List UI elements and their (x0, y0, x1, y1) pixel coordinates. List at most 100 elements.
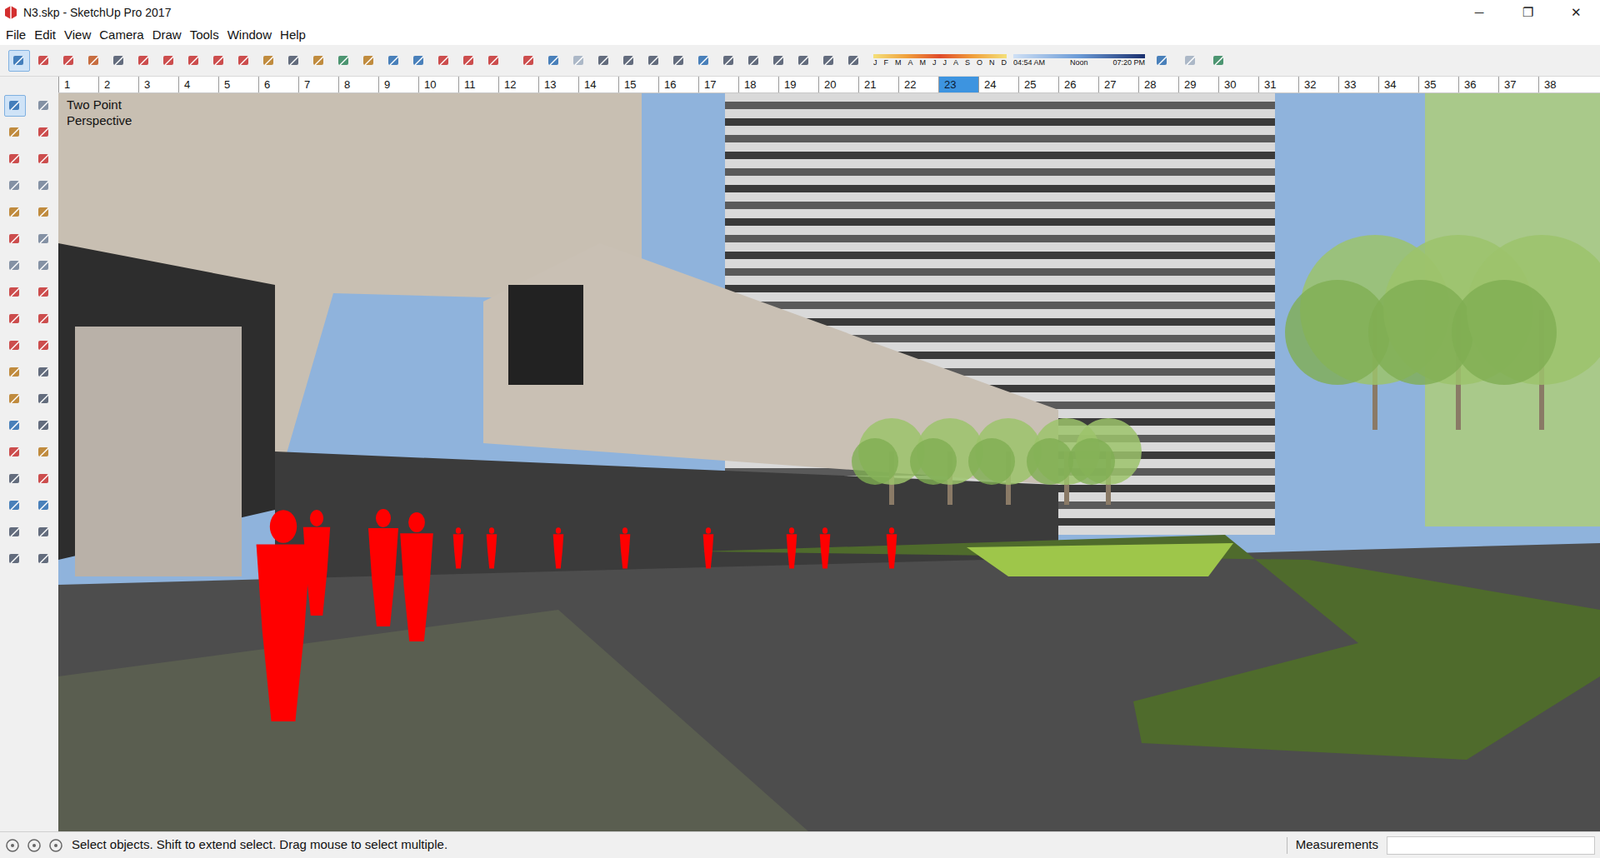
toolbar-button[interactable] (568, 50, 590, 72)
toolbar-button[interactable] (718, 50, 740, 72)
tool-button[interactable] (4, 281, 26, 304)
scene-tab[interactable]: 2 (98, 76, 139, 93)
toolbar-button[interactable] (233, 50, 255, 72)
scene-tab[interactable]: 19 (778, 76, 819, 93)
scene-tab[interactable]: 10 (418, 76, 459, 93)
tool-button[interactable] (4, 388, 26, 410)
model-render[interactable] (58, 93, 1600, 832)
tool-button[interactable] (33, 388, 55, 410)
toolbar-button[interactable] (818, 50, 840, 72)
toolbar-button[interactable] (33, 50, 55, 72)
scene-tab[interactable]: 34 (1378, 76, 1419, 93)
scene-tab[interactable]: 4 (178, 76, 219, 93)
toolbar-button[interactable] (308, 50, 330, 72)
scene-tab[interactable]: 21 (858, 76, 899, 93)
toolbar-button[interactable] (593, 50, 615, 72)
tool-button[interactable] (33, 121, 55, 144)
tool-button[interactable] (4, 441, 26, 464)
scene-tab[interactable]: 33 (1338, 76, 1379, 93)
toolbar-button[interactable] (408, 50, 430, 72)
toolbar-button[interactable] (58, 50, 80, 72)
toolbar-button[interactable] (1180, 50, 1202, 72)
toolbar-button[interactable] (743, 50, 765, 72)
scene-tab[interactable]: 30 (1218, 76, 1259, 93)
scene-tab[interactable]: 6 (258, 76, 299, 93)
tool-button[interactable] (33, 548, 55, 570)
scene-tab[interactable]: 8 (338, 76, 379, 93)
tool-button[interactable] (4, 255, 26, 277)
viewport[interactable]: Two Point Perspective (58, 93, 1600, 832)
tool-button[interactable] (4, 415, 26, 437)
toolbar-button[interactable] (133, 50, 155, 72)
scene-tab[interactable]: 12 (498, 76, 539, 93)
status-icon[interactable] (26, 838, 42, 854)
scene-tab[interactable]: 29 (1178, 76, 1219, 93)
tool-button[interactable] (4, 201, 26, 224)
toolbar-button[interactable] (1151, 50, 1174, 72)
menu-item[interactable]: Draw (148, 25, 186, 45)
scene-tab[interactable]: 1 (58, 76, 99, 93)
toolbar-button[interactable] (283, 50, 305, 72)
tool-button[interactable] (4, 495, 26, 517)
tool-button[interactable] (33, 441, 55, 464)
toolbar-button[interactable] (108, 50, 130, 72)
menu-item[interactable]: File (1, 25, 30, 45)
scene-tab[interactable]: 37 (1498, 76, 1539, 93)
tool-button[interactable] (33, 521, 55, 544)
tool-button[interactable] (33, 495, 55, 517)
scene-tab[interactable]: 5 (218, 76, 259, 93)
tool-button[interactable] (33, 468, 55, 490)
status-icon[interactable] (5, 838, 20, 854)
toolbar-button[interactable] (208, 50, 230, 72)
menu-item[interactable]: View (60, 25, 95, 45)
toolbar-button[interactable] (183, 50, 205, 72)
toolbar-button[interactable] (383, 50, 405, 72)
toolbar-button[interactable] (793, 50, 815, 72)
tool-button[interactable] (33, 308, 55, 330)
tool-button[interactable] (4, 521, 26, 544)
scene-tab[interactable]: 32 (1298, 76, 1339, 93)
tool-button[interactable] (4, 308, 26, 330)
tool-button[interactable] (33, 148, 55, 170)
toolbar-button[interactable] (693, 50, 715, 72)
toolbar-button[interactable] (258, 50, 280, 72)
time-slider[interactable] (1013, 54, 1145, 59)
tool-button[interactable] (33, 201, 55, 224)
scene-tab[interactable]: 13 (538, 76, 579, 93)
tool-button[interactable] (33, 281, 55, 304)
scene-tab[interactable]: 31 (1258, 76, 1299, 93)
scene-tab[interactable]: 14 (578, 76, 619, 93)
toolbar-button[interactable] (433, 50, 455, 72)
scene-tab[interactable]: 16 (658, 76, 699, 93)
scene-tab[interactable]: 11 (458, 76, 499, 93)
tool-button[interactable] (33, 415, 55, 437)
toolbar-button[interactable] (843, 50, 865, 72)
select-tool-button[interactable] (8, 50, 30, 72)
toolbar-button[interactable] (1208, 50, 1230, 72)
scene-tab[interactable]: 22 (898, 76, 939, 93)
scene-tab[interactable]: 35 (1418, 76, 1459, 93)
scene-tab[interactable]: 18 (738, 76, 779, 93)
window-control-button[interactable]: ❐ (1503, 0, 1552, 25)
toolbar-button[interactable] (333, 50, 355, 72)
scene-tab[interactable]: 36 (1458, 76, 1499, 93)
scene-tab[interactable]: 28 (1138, 76, 1179, 93)
tool-button[interactable] (4, 548, 26, 570)
tool-button[interactable] (4, 121, 26, 144)
tool-button[interactable] (33, 228, 55, 250)
measurements-field[interactable] (1386, 836, 1595, 855)
tool-button[interactable] (33, 175, 55, 197)
tool-button[interactable] (4, 361, 26, 384)
window-control-button[interactable]: ✕ (1551, 0, 1600, 25)
toolbar-button[interactable] (518, 50, 540, 72)
tool-button[interactable] (33, 361, 55, 384)
scene-tab[interactable]: 26 (1058, 76, 1099, 93)
tool-button[interactable] (4, 468, 26, 490)
toolbar-button[interactable] (618, 50, 640, 72)
toolbar-button[interactable] (458, 50, 480, 72)
menu-item[interactable]: Help (275, 25, 310, 45)
toolbar-button[interactable] (643, 50, 665, 72)
toolbar-button[interactable] (358, 50, 380, 72)
menu-item[interactable]: Camera (95, 25, 148, 45)
scene-tab[interactable]: 17 (698, 76, 739, 93)
